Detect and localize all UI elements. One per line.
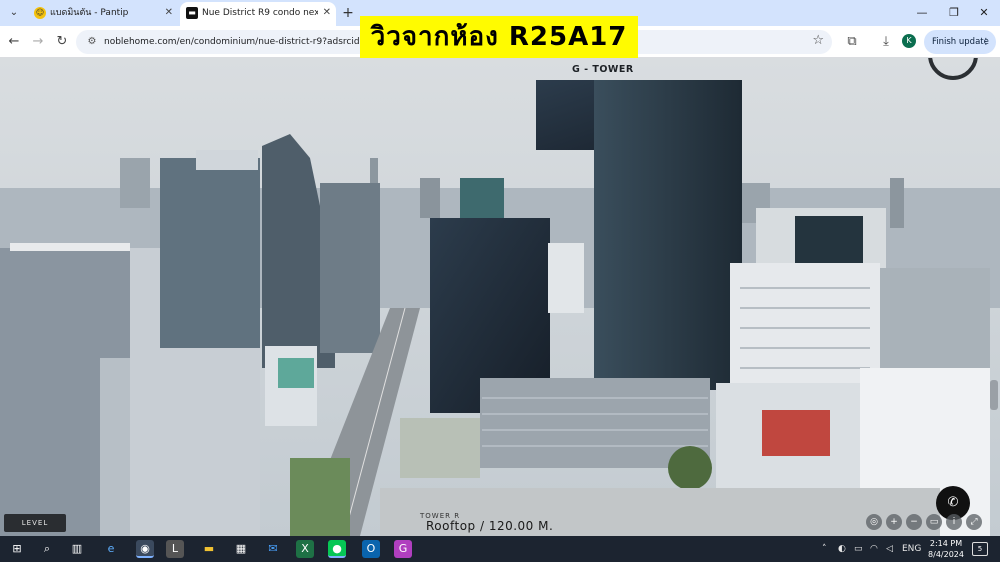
new-tab-button[interactable]: + [338,3,358,23]
task-view-icon[interactable]: ▥ [68,540,86,558]
zoom-in-icon[interactable]: + [886,514,902,530]
tray-chevron-icon[interactable]: ˄ [822,536,827,562]
chrome-icon[interactable]: ◉ [136,540,154,558]
noble-icon: ▬ [186,7,198,19]
windows-start-icon[interactable]: ⊞ [8,540,26,558]
minimize-button[interactable]: — [904,0,940,26]
height-readout: Rooftop / 120.00 M. [426,519,554,533]
line-icon[interactable]: ● [328,540,346,558]
finish-update-button[interactable]: Finish update ⋮ [924,30,996,54]
vr-icon[interactable]: ▭ [926,514,942,530]
mail-icon[interactable]: ✉ [264,540,282,558]
taskbar-clock[interactable]: 2:14 PM 8/4/2024 [928,538,964,560]
fullscreen-icon[interactable]: ⤢ [966,514,982,530]
download-icon[interactable]: ⤓ [876,32,896,52]
cityscape-image [0,58,1000,536]
edge-icon[interactable]: e [102,540,120,558]
site-info-icon[interactable]: ⚙ [84,34,100,50]
store-icon[interactable]: ▦ [232,540,250,558]
gyro-icon[interactable]: ◎ [866,514,882,530]
finish-update-label: Finish update [932,37,989,47]
windows-taskbar: ⊞ ⌕ ▥ e ◉ L ▬ ▦ ✉ X ● O G ˄ ◐ ▭ ◠ ◁ ENG … [0,536,1000,562]
search-icon[interactable]: ⌕ [38,540,56,558]
close-icon[interactable]: ✕ [323,2,331,24]
pantip-icon: ☺ [34,7,46,19]
excel-icon[interactable]: X [296,540,314,558]
profile-avatar[interactable]: K [902,34,916,48]
tab-search-button[interactable]: ⌄ [4,4,24,22]
reload-button[interactable]: ↻ [52,32,72,52]
info-icon[interactable]: i [946,514,962,530]
app-l-icon[interactable]: L [166,540,184,558]
level-button[interactable]: LEVEL [4,514,66,532]
notification-badge[interactable]: 5 [972,542,988,556]
close-icon[interactable]: ✕ [165,2,173,24]
volume-icon[interactable]: ◁ [886,536,893,562]
more-menu-icon[interactable]: ⋮ [982,30,991,54]
zoom-out-icon[interactable]: − [906,514,922,530]
back-button[interactable]: ← [4,32,24,52]
room-view-banner: วิวจากห้อง R25A17 [360,16,638,58]
extensions-icon[interactable]: ⧉ [842,32,862,52]
tab-nue-district[interactable]: ▬ Nue District R9 condo next to G-Tower … [180,2,336,26]
tab-title: Nue District R9 condo next to G-Tower [202,8,318,18]
page-scrollbar[interactable] [990,380,998,410]
tab-pantip[interactable]: ☺ แบดมินตัน - Pantip ✕ [28,2,178,26]
panorama-viewer[interactable]: G - TOWER LEVEL TOWER R Rooftop / 120.00… [0,58,1000,536]
forward-button[interactable]: → [28,32,48,52]
tray-app-icon[interactable]: ◐ [838,536,846,562]
wifi-icon[interactable]: ◠ [870,536,878,562]
clock-time: 2:14 PM [929,539,963,548]
app-g-icon[interactable]: G [394,540,412,558]
tab-title: แบดมินตัน - Pantip [50,8,129,18]
close-window-button[interactable]: ✕ [966,0,1000,26]
clock-date: 8/4/2024 [928,550,964,559]
language-indicator[interactable]: ENG [902,536,921,562]
battery-icon[interactable]: ▭ [854,536,863,562]
file-explorer-icon[interactable]: ▬ [200,540,218,558]
bookmark-star-icon[interactable]: ☆ [812,33,824,48]
outlook-icon[interactable]: O [362,540,380,558]
building-label: G - TOWER [572,64,634,75]
